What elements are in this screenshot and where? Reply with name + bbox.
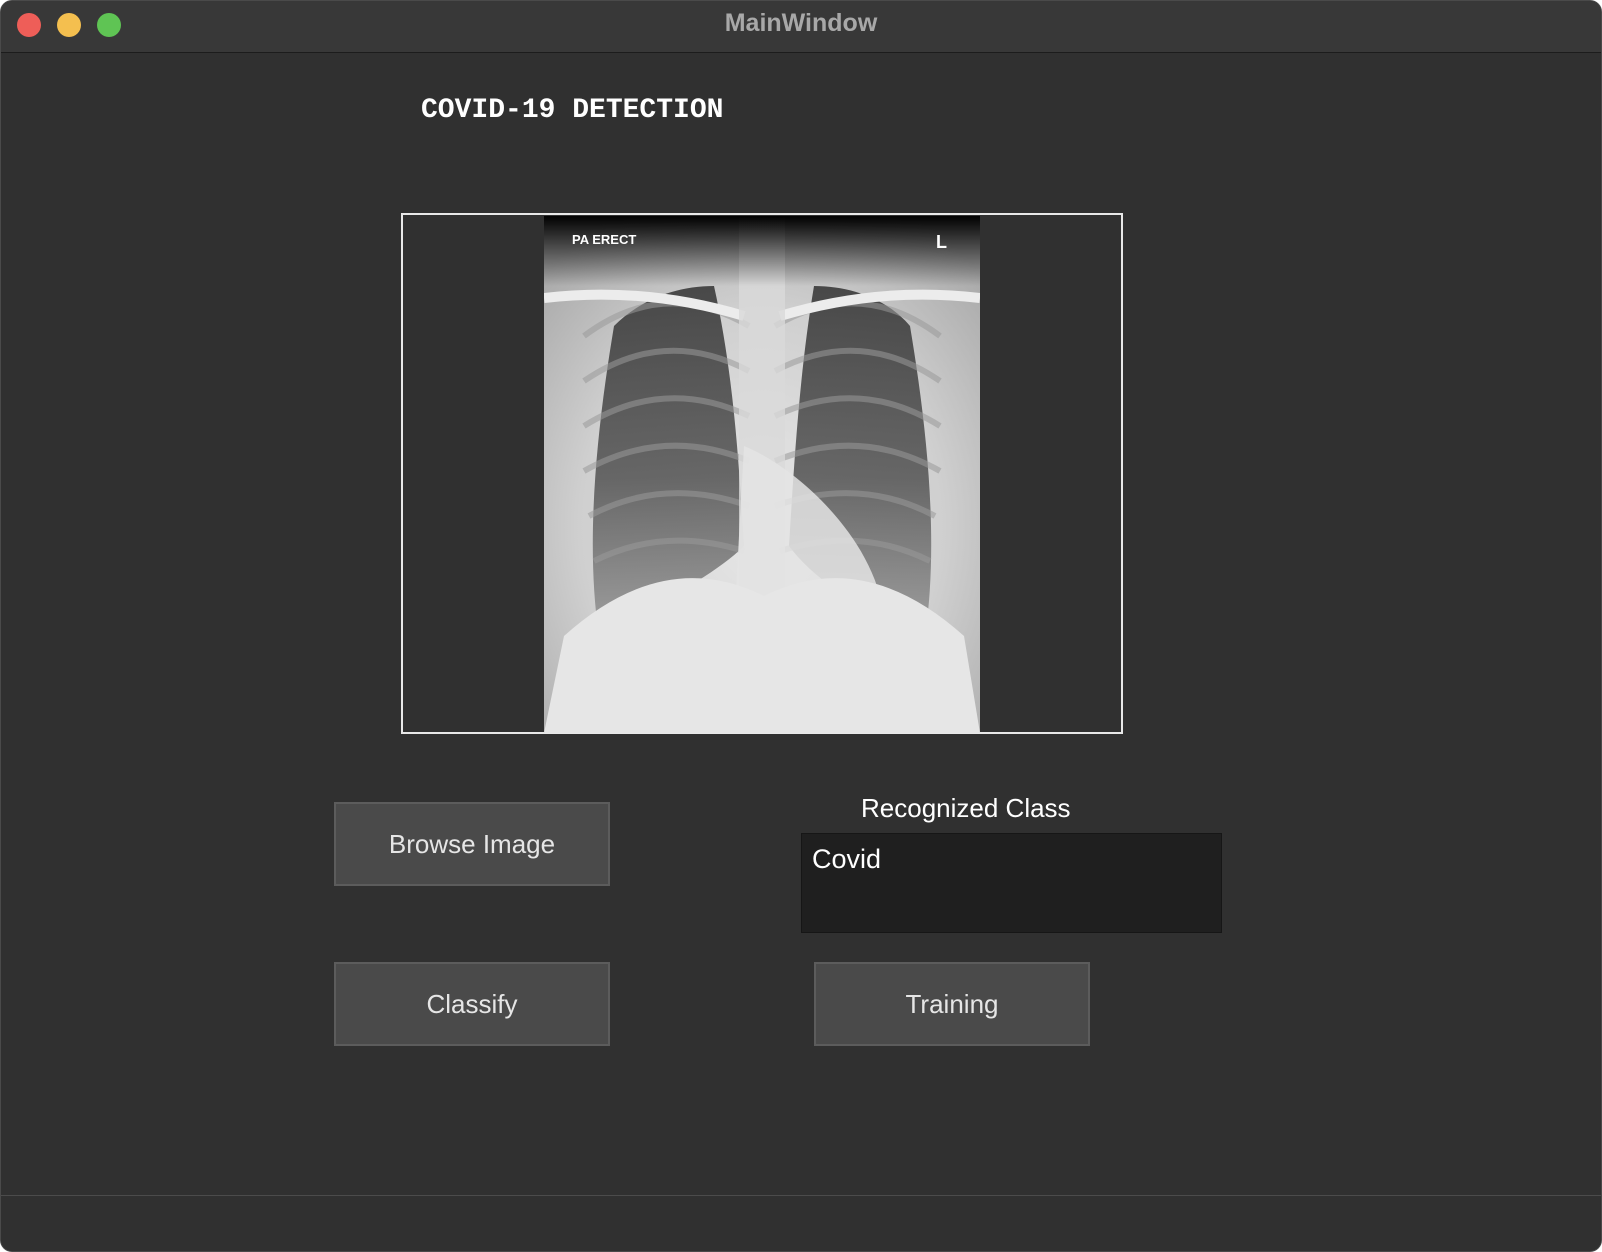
- browse-image-button[interactable]: Browse Image: [334, 802, 610, 886]
- image-preview-frame: PA ERECT L: [401, 213, 1123, 734]
- classify-button[interactable]: Classify: [334, 962, 610, 1046]
- xray-side-marker: L: [936, 232, 947, 252]
- recognized-class-label: Recognized Class: [861, 793, 1071, 823]
- status-bar: [1, 1195, 1601, 1251]
- title-bar: MainWindow: [1, 1, 1601, 53]
- xray-image: PA ERECT L: [544, 216, 980, 733]
- recognized-class-output[interactable]: Covid: [801, 833, 1222, 933]
- page-title: COVID-19 DETECTION: [421, 95, 724, 126]
- window-title: MainWindow: [724, 9, 878, 37]
- main-window: MainWindow COVID-19 DETECTION PA ERECT L…: [0, 0, 1602, 1252]
- training-button[interactable]: Training: [814, 962, 1090, 1046]
- xray-orientation-label: PA ERECT: [572, 232, 636, 247]
